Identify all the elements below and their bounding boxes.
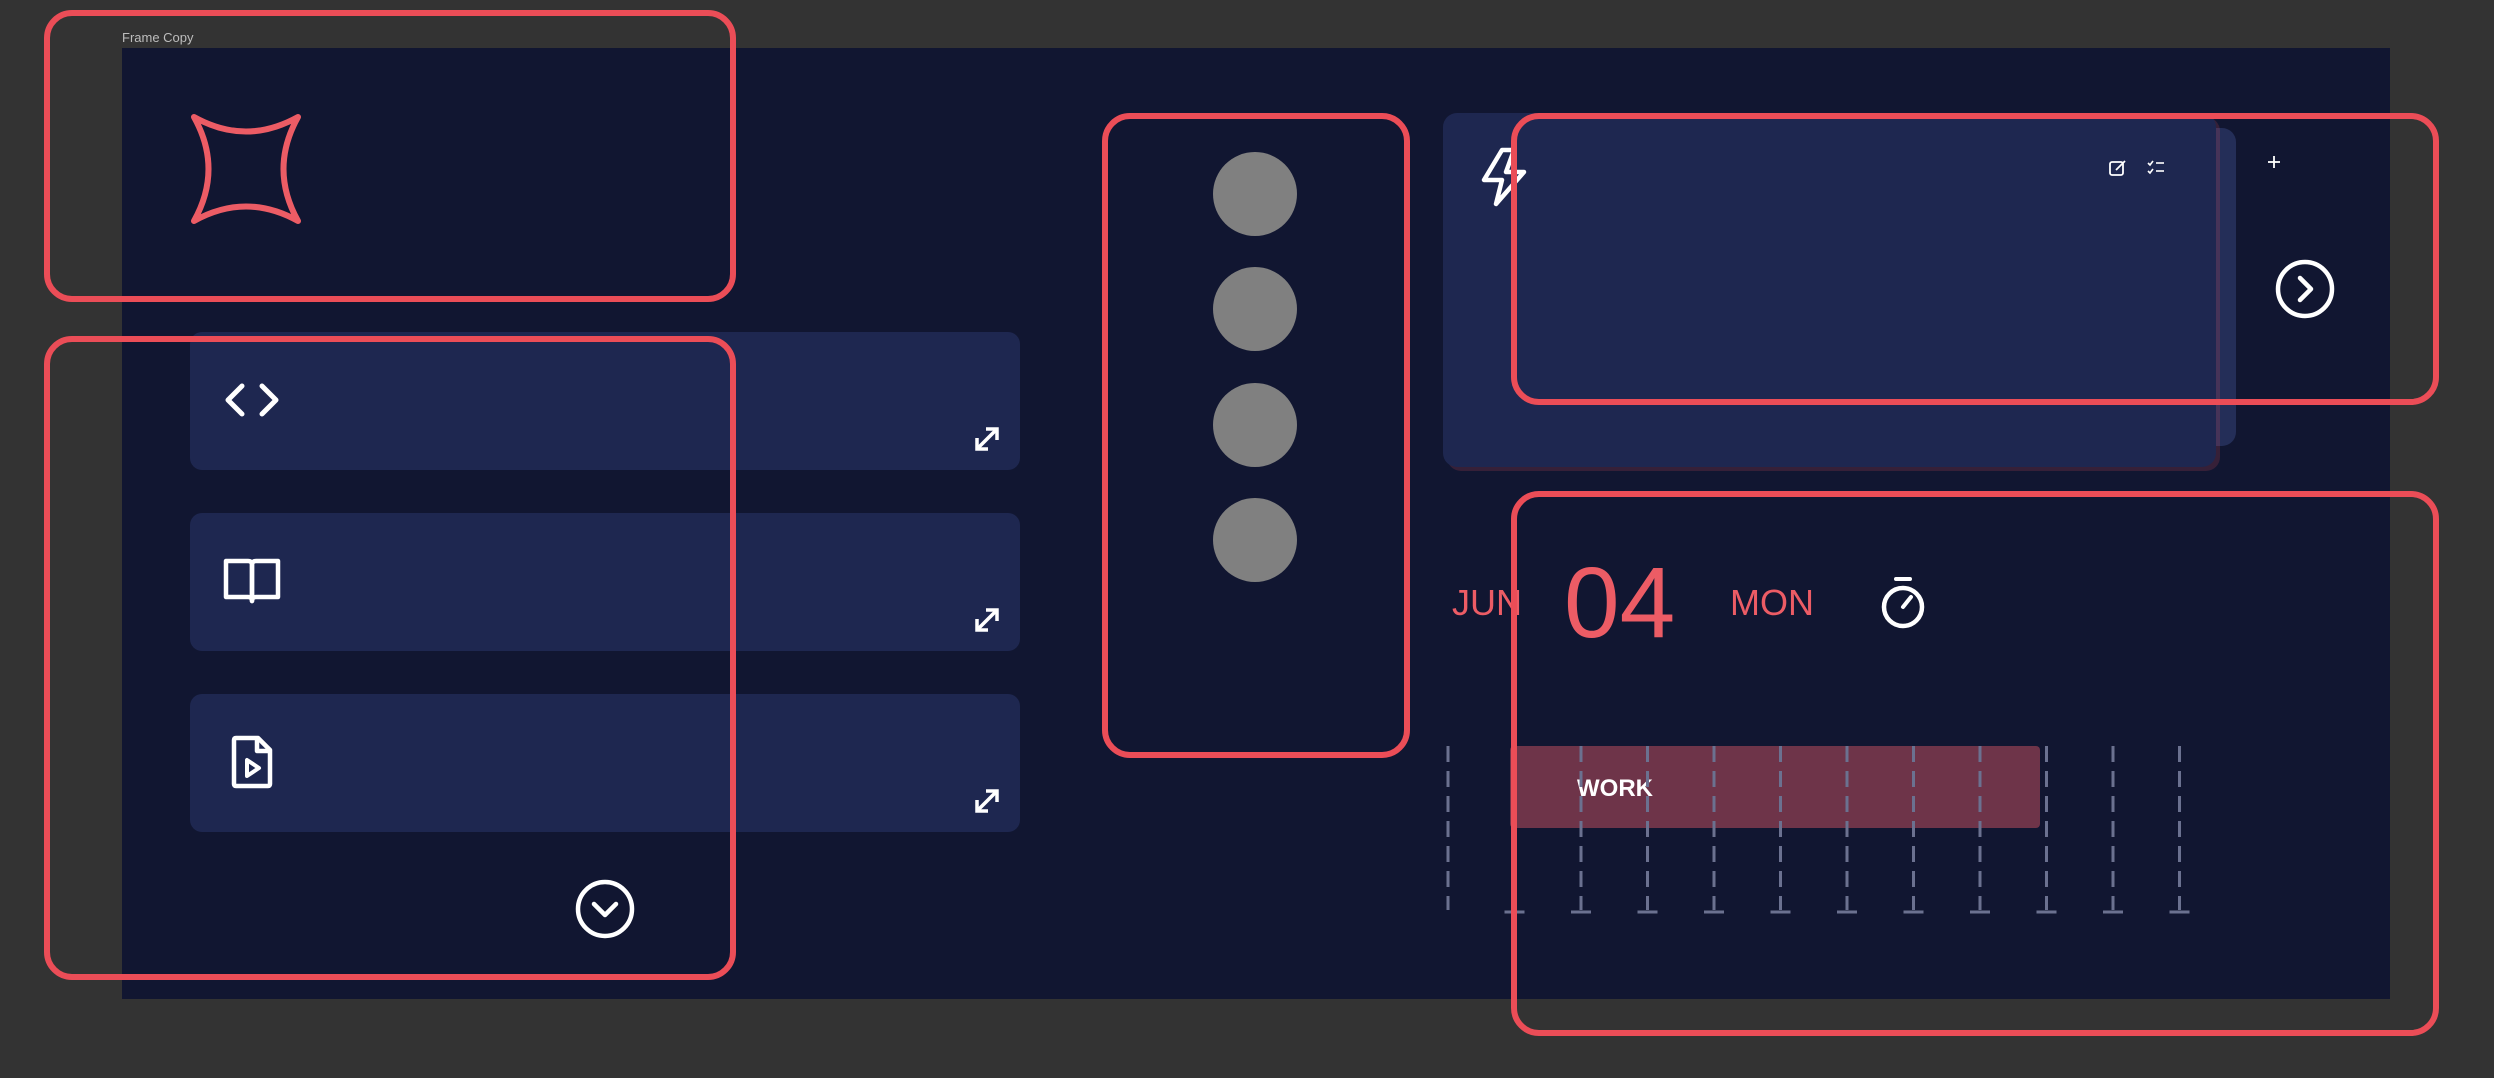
expand-arrows-icon[interactable] <box>972 786 1002 816</box>
expand-arrows-icon[interactable] <box>972 605 1002 635</box>
highlight-box-logo <box>44 10 736 302</box>
highlight-box-panel <box>1511 113 2439 405</box>
highlight-box-cards <box>44 336 736 980</box>
highlight-box-dots <box>1102 113 1410 758</box>
expand-arrows-icon[interactable] <box>972 424 1002 454</box>
highlight-box-schedule <box>1511 491 2439 1036</box>
